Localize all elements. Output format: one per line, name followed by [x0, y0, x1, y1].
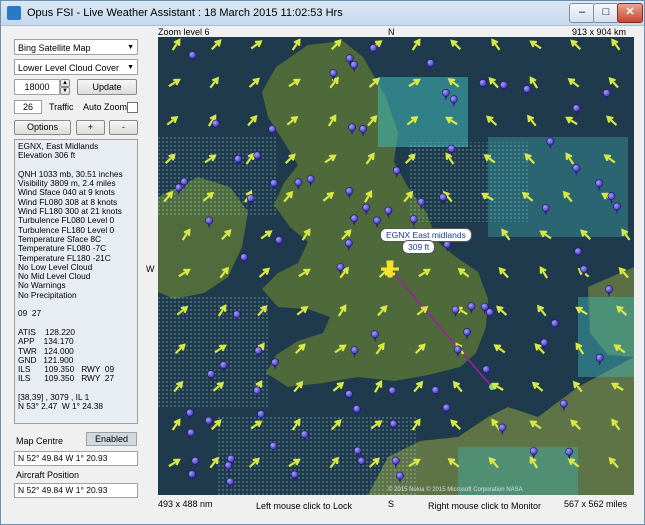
cloud-patch: [218, 417, 418, 495]
weather-info-panel: EGNX, East Midlands Elevation 306 ft QNH …: [14, 139, 138, 424]
zoom-out-button[interactable]: -: [109, 120, 138, 135]
info-line: N 53° 2.47 W 1° 24.38: [18, 401, 104, 412]
left-click-hint: Left mouse click to Lock: [256, 501, 353, 511]
aircraft-position-field[interactable]: N 52° 49.84 W 1° 20.93: [14, 483, 138, 498]
maximize-button[interactable]: □: [593, 3, 619, 23]
traffic-label: Traffic: [49, 102, 74, 112]
cloud-patch: [488, 137, 628, 237]
compass-north: N: [388, 27, 395, 37]
cloud-layer-value: Lower Level Cloud Cover: [18, 63, 120, 73]
traffic-count: 26: [14, 100, 42, 114]
map-centre-field[interactable]: N 52° 49.84 W 1° 20.93: [14, 451, 138, 466]
cloud-patch: [578, 297, 634, 377]
map-type-select[interactable]: Bing Satellite Map ▼: [14, 39, 138, 55]
map-centre-label: Map Centre: [16, 436, 64, 446]
map-copyright: © 2015 Nokia © 2015 Microsoft Corporatio…: [388, 486, 523, 493]
update-button[interactable]: Update: [77, 79, 137, 95]
map-type-value: Bing Satellite Map: [18, 43, 91, 53]
map-extent-miles: 567 x 562 miles: [564, 499, 628, 509]
aircraft-position-label: Aircraft Position: [16, 470, 80, 480]
chevron-down-icon: ▼: [127, 44, 134, 51]
zoom-level-label: Zoom level 6: [158, 27, 210, 37]
compass-south: S: [388, 499, 395, 509]
auto-zoom-checkbox[interactable]: [127, 102, 138, 113]
minimize-button[interactable]: –: [569, 3, 595, 23]
info-line: ILS 109.350 RWY 27: [18, 373, 115, 384]
right-click-hint: Right mouse click to Monitor: [428, 501, 542, 511]
cloud-patch: [158, 137, 278, 217]
altitude-up-button[interactable]: ▲: [60, 79, 70, 87]
info-line: 09 27: [18, 308, 42, 319]
options-button[interactable]: Options: [14, 120, 71, 135]
cloud-patch: [378, 77, 468, 147]
map-canvas[interactable]: © 2015 Nokia © 2015 Microsoft Corporatio…: [158, 37, 634, 495]
auto-zoom-label: Auto Zoom: [83, 102, 128, 112]
app-icon: [7, 6, 21, 20]
altitude-down-button[interactable]: ▼: [60, 87, 70, 95]
info-line: Elevation 306 ft: [18, 150, 76, 161]
close-button[interactable]: ✕: [617, 3, 643, 23]
zoom-in-button[interactable]: +: [76, 120, 105, 135]
title-bar: Opus FSI - Live Weather Assistant : 18 M…: [1, 1, 644, 26]
altitude-input[interactable]: 18000: [14, 79, 60, 95]
map-centre-status[interactable]: Enabled: [86, 432, 137, 446]
map-extent-nm: 493 x 488 nm: [158, 499, 213, 509]
cloud-layer-select[interactable]: Lower Level Cloud Cover ▼: [14, 59, 138, 75]
compass-west: W: [146, 264, 155, 274]
info-line: No Precipitation: [18, 289, 77, 300]
altitude-tooltip: 309 ft: [402, 240, 436, 254]
chevron-down-icon: ▼: [127, 64, 134, 71]
window-title: Opus FSI - Live Weather Assistant : 18 M…: [27, 7, 343, 19]
weather-map[interactable]: © 2015 Nokia © 2015 Microsoft Corporatio…: [158, 37, 634, 495]
map-extent-km: 913 x 904 km: [572, 27, 627, 37]
